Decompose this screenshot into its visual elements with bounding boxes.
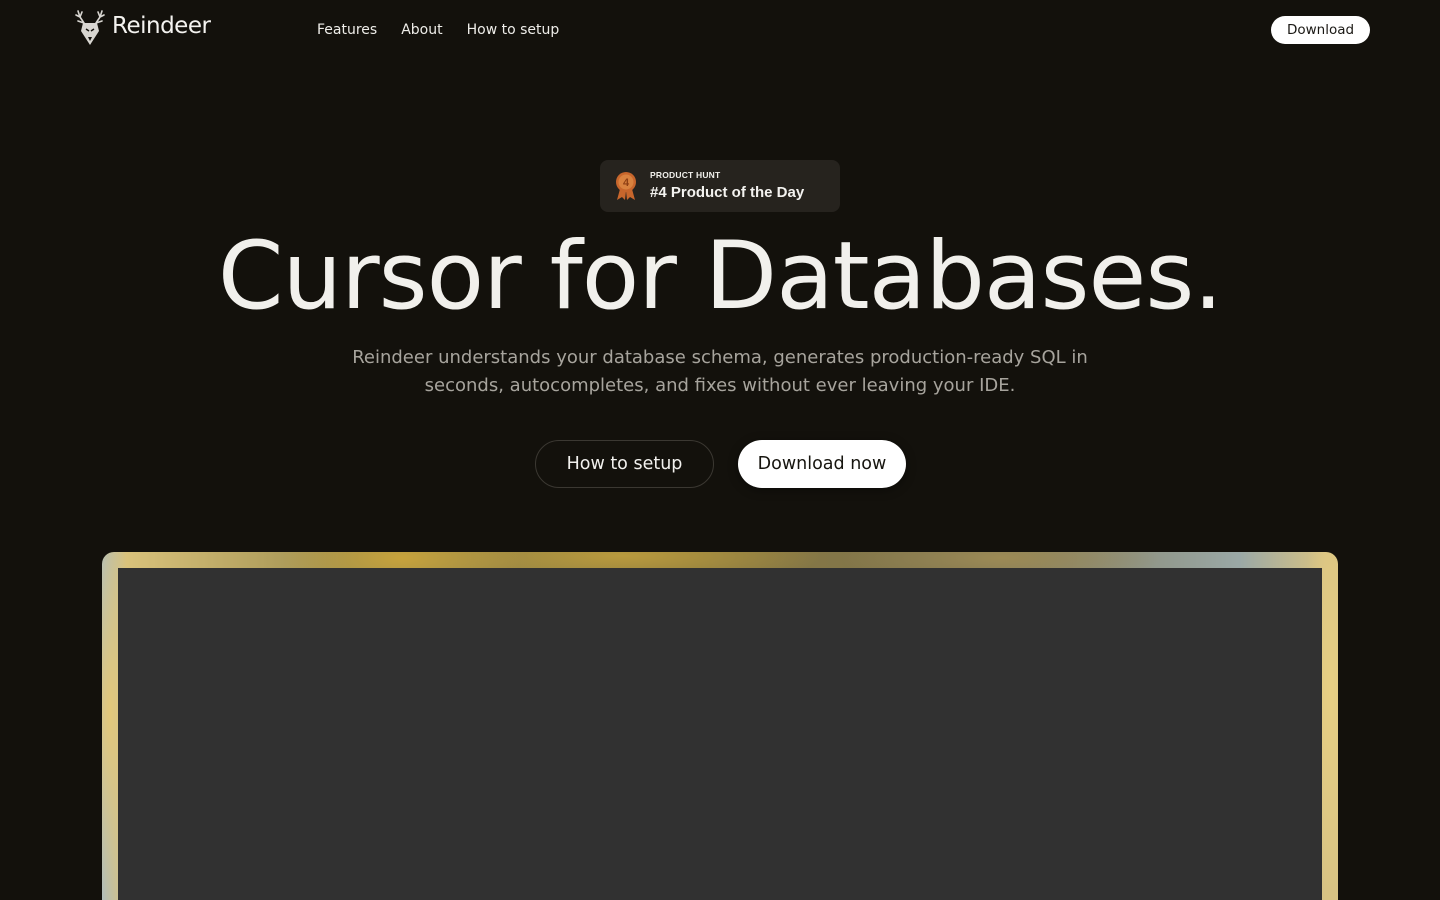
header-download-button[interactable]: Download [1271, 16, 1370, 44]
nav-item-how-to-setup[interactable]: How to setup [467, 20, 560, 40]
main-nav: Features About How to setup [317, 20, 559, 40]
medal-number: 4 [623, 177, 630, 189]
nav-item-about[interactable]: About [401, 20, 442, 40]
brand-name: Reindeer [112, 13, 211, 39]
badge-eyebrow: PRODUCT HUNT [650, 169, 721, 180]
product-preview-frame [102, 552, 1338, 900]
brand-logo[interactable]: Reindeer [72, 8, 211, 48]
product-hunt-badge[interactable]: 4 PRODUCT HUNT #4 Product of the Day [600, 160, 840, 212]
medal-icon: 4 [616, 172, 636, 200]
badge-text: PRODUCT HUNT #4 Product of the Day [650, 170, 804, 203]
how-to-setup-button[interactable]: How to setup [535, 440, 714, 488]
hero-subtitle: Reindeer understands your database schem… [352, 347, 1088, 396]
product-preview-screen [118, 568, 1322, 900]
nav-item-features[interactable]: Features [317, 20, 377, 40]
download-now-button[interactable]: Download now [738, 440, 906, 488]
hero-title: Cursor for Databases. [217, 222, 1223, 331]
site-header: Reindeer Features About How to setup Dow… [0, 0, 1440, 60]
reindeer-head-icon [75, 10, 105, 45]
badge-title: #4 Product of the Day [650, 183, 805, 201]
